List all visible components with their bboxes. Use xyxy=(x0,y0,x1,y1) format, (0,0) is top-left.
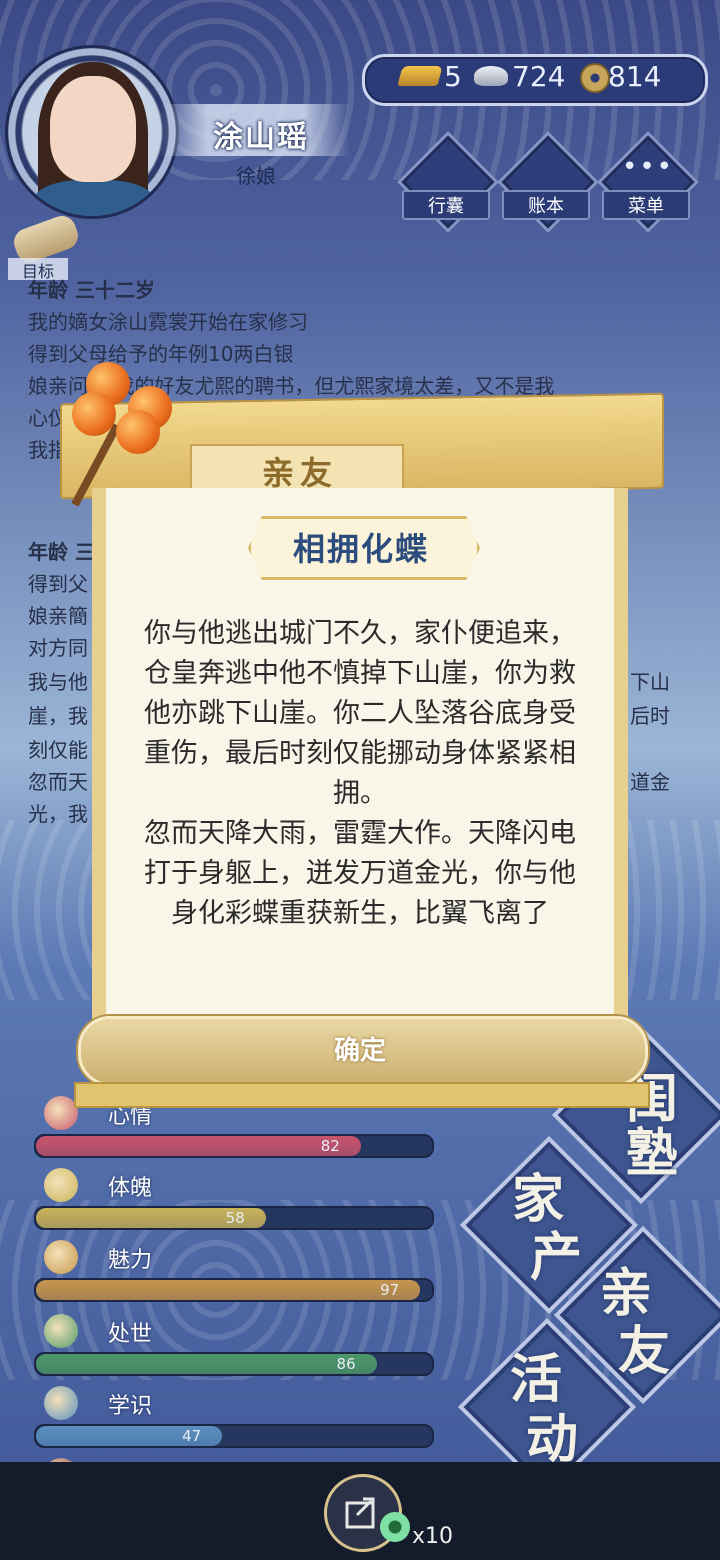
stat-bar: 47 xyxy=(34,1424,434,1448)
stat-value: 47 xyxy=(182,1427,202,1445)
side-menu-char: 动 xyxy=(525,1410,578,1470)
silver-ingot-icon xyxy=(474,66,508,86)
stat-label: 处世 xyxy=(108,1322,153,1347)
stat-bar-fill xyxy=(36,1354,377,1374)
bag-button[interactable]: 行囊 xyxy=(397,131,499,233)
gold-count: 5 xyxy=(444,60,462,93)
side-menu-char: 产 xyxy=(529,1228,582,1288)
candied-fruit-icon xyxy=(116,410,160,454)
stat-bar: 58 xyxy=(34,1206,434,1230)
side-menu-char: 亲 xyxy=(599,1264,652,1324)
confirm-button-label[interactable]: 确定 xyxy=(78,1030,642,1067)
stat-bar: 86 xyxy=(34,1352,434,1376)
bag-label: 行囊 xyxy=(402,190,490,220)
stat-bar: 82 xyxy=(34,1134,434,1158)
stat-bar-fill xyxy=(36,1136,361,1156)
log-line: 我的嫡女涂山霓裳开始在家修习 xyxy=(28,310,308,334)
dialog-bottom-rod xyxy=(74,1082,650,1108)
side-menu-char: 家 xyxy=(511,1170,564,1230)
dots-glyph: ••• xyxy=(622,152,675,182)
avatar-face xyxy=(50,76,136,182)
character-avatar[interactable] xyxy=(8,48,176,216)
coin-count: 814 xyxy=(608,60,662,93)
side-menu-char: 友 xyxy=(617,1322,670,1382)
story-paragraph: 你与他逃出城门不久，家仆便追来，仓皇奔逃中他不慎掉下山崖，你为救他亦跳下山崖。你… xyxy=(144,618,576,809)
gift-icon xyxy=(380,1512,410,1542)
coin-icon xyxy=(580,63,610,93)
silver-count: 724 xyxy=(512,60,566,93)
side-menu-char: 塾 xyxy=(625,1124,678,1184)
stat-label: 体魄 xyxy=(108,1176,153,1201)
story-paragraph: 忽而天降大雨，雷霆大作。天降闪电打于身躯上，迸发万道金光，你与他身化彩蝶重获新生… xyxy=(144,818,576,929)
log-line: 得到父母给予的年例10两白银 xyxy=(28,342,294,366)
stat-label: 学识 xyxy=(108,1394,153,1419)
stat-value: 58 xyxy=(225,1209,245,1227)
candied-fruit-icon xyxy=(72,392,116,436)
stat-bar-fill xyxy=(36,1280,421,1300)
stat-label: 魅力 xyxy=(108,1248,153,1273)
menu-button[interactable]: ••• 菜单 xyxy=(597,131,699,233)
drum-icon xyxy=(44,1168,78,1202)
avatar-body xyxy=(34,180,154,216)
fan-icon xyxy=(44,1314,78,1348)
character-title: 徐娘 xyxy=(236,164,276,188)
gift-count: x10 xyxy=(412,1524,454,1549)
stat-value: 97 xyxy=(380,1281,400,1299)
books-icon xyxy=(44,1386,78,1420)
ledger-button[interactable]: 账本 xyxy=(497,131,599,233)
menu-label: 菜单 xyxy=(602,190,690,220)
ledger-label: 账本 xyxy=(502,190,590,220)
stat-value: 82 xyxy=(320,1137,340,1155)
stat-bar: 97 xyxy=(34,1278,434,1302)
dialog-story: 你与他逃出城门不久，家仆便追来，仓皇奔逃中他不慎掉下山崖，你为救他亦跳下山崖。你… xyxy=(132,614,588,934)
side-menu-char: 活 xyxy=(509,1350,562,1410)
dialog-title: 相拥化蝶 xyxy=(292,530,429,568)
mirror-icon xyxy=(44,1240,78,1274)
log-entry-age: 年龄 三十二岁 xyxy=(28,278,155,302)
character-name: 涂山瑶 xyxy=(213,120,309,155)
gold-ingot-icon xyxy=(397,66,443,86)
stat-value: 86 xyxy=(336,1355,356,1373)
